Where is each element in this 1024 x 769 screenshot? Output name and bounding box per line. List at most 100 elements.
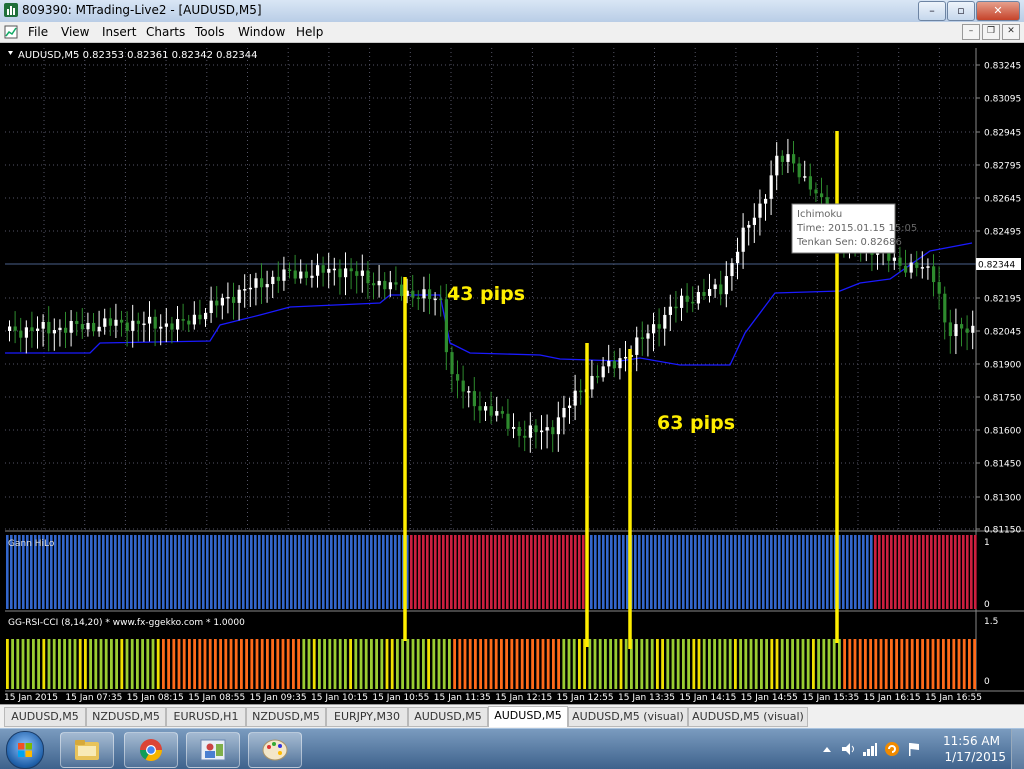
gann-hilo-bar [730,535,733,609]
gann-hilo-bar [698,535,701,609]
chart-minimize-button[interactable]: – [962,24,980,40]
maximize-button[interactable]: ▫ [947,1,975,21]
tab-audusd-m5-active[interactable]: AUDUSD,M5 [488,706,568,727]
gann-hilo-bar [686,535,689,609]
candle-body [489,406,493,416]
menu-view[interactable]: View [61,25,89,39]
taskbar: 11:56 AM 1/17/2015 [0,728,1024,769]
taskbar-explorer[interactable] [60,732,114,768]
gann-hilo-bar [394,535,397,609]
tray-expand-icon[interactable] [822,741,832,757]
rsi-cci-bar [141,639,144,689]
rsi-cci-bar [827,639,831,689]
menu-tools[interactable]: Tools [195,25,225,39]
taskbar-app-3[interactable] [186,732,240,768]
rsi-cci-bars [6,639,976,689]
menu-window[interactable]: Window [238,25,285,39]
candle-body [181,319,185,321]
rsi-cci-bar [754,639,758,689]
tooltip-time: Time: 2015.01.15 15:05 [796,223,917,234]
gann-hilo-bar [874,535,877,609]
price-chart[interactable]: 0.83245 0.83095 0.82945 0.82795 0.82645 0.824… [0,43,1024,704]
candle-body [528,425,532,438]
candle-body [153,316,157,329]
menu-insert[interactable]: Insert [102,25,136,39]
minimize-button[interactable]: – [918,1,946,21]
candle-body [596,375,600,378]
volume-icon[interactable] [840,741,856,757]
gann-hilo-bar [678,535,681,609]
gann-hilo-bar [266,535,269,609]
tab-audusd-m5-visual-2[interactable]: AUDUSD,M5 (visual) [688,707,808,727]
gann-hilo-bar [506,535,509,609]
candle-body [209,300,213,313]
tab-eurjpy-m30[interactable]: EURJPY,M30 [326,707,408,727]
rsi-cci-bar [869,639,872,689]
taskbar-paint[interactable] [248,732,302,768]
tab-eurusd-h1[interactable]: EURUSD,H1 [166,707,246,727]
rsi-cci-bar [505,639,508,689]
chart-area[interactable]: 0.83245 0.83095 0.82945 0.82795 0.82645 0.824… [0,43,1024,704]
candle-body [58,327,62,331]
rsi-cci-bar [193,639,196,689]
menu-help[interactable]: Help [296,25,323,39]
chart-close-button[interactable]: ✕ [1002,24,1020,40]
start-button[interactable] [6,731,44,769]
rsi-cci-bar [786,639,789,689]
tab-nzdusd-m5-2[interactable]: NZDUSD,M5 [246,707,326,727]
rsi-cci-bar [765,639,768,689]
candle-body [75,321,79,325]
gann-hilo-bar [390,535,393,609]
tab-nzdusd-m5[interactable]: NZDUSD,M5 [86,707,166,727]
gann-hilo-bar [718,535,721,609]
gann-hilo-bar [126,535,129,609]
rsi-cci-bar [921,639,924,689]
menu-file[interactable]: File [28,25,48,39]
gann-hilo-bar [322,535,325,609]
rsi-cci-bar [151,639,155,689]
gann-hilo-bar [802,535,805,609]
time-tick-label: 15 Jan 09:35 [250,693,307,703]
gann-hilo-bar [514,535,517,609]
tab-audusd-m5[interactable]: AUDUSD,M5 [4,707,86,727]
gann-hilo-bar [510,535,513,609]
chart-restore-button[interactable]: ❐ [982,24,1000,40]
time-tick-label: 15 Jan 08:55 [188,693,245,703]
rsi-cci-bar [890,639,893,689]
rsi-cci-bar [609,639,612,689]
rsi-cci-bar [531,639,534,689]
candle-body [36,328,40,331]
gann-hilo-bar [438,535,441,609]
gann-hilo-bar [294,535,297,609]
candle-body [41,321,45,329]
tab-audusd-m5-2[interactable]: AUDUSD,M5 [408,707,488,727]
gann-hilo-bar [814,535,817,609]
gann-hilo-bar [398,535,401,609]
gann-hilo-bar [530,535,533,609]
clock-date[interactable]: 1/17/2015 [944,750,1006,764]
close-button[interactable]: ✕ [976,1,1020,21]
update-icon[interactable] [884,741,900,757]
clock-time[interactable]: 11:56 AM [943,734,1000,748]
gann-hilo-bar [634,535,637,609]
gann-hilo-bar [66,535,69,609]
gann-hilo-bar [926,535,929,609]
gann-hilo-bar [910,535,913,609]
gann-hilo-bar [938,535,941,609]
menu-charts[interactable]: Charts [146,25,185,39]
gann-hilo-bar [450,535,453,609]
show-desktop-button[interactable] [1011,729,1024,769]
price-axis: 0.83245 0.83095 0.82945 0.82795 0.82645 0.824… [975,48,1021,691]
candle-body [299,271,303,279]
window-title: 809390: MTrading-Live2 - [AUDUSD,M5] [22,3,262,17]
rsi-cci-bar [21,639,25,689]
network-icon[interactable] [862,741,878,757]
taskbar-chrome[interactable] [124,732,178,768]
gann-hilo-bar [370,535,373,609]
gann-hilo-bar [218,535,221,609]
tab-audusd-m5-visual[interactable]: AUDUSD,M5 (visual) [568,707,688,727]
action-center-flag-icon[interactable] [906,741,922,757]
rsi-cci-bar [266,639,269,689]
chart-menu-icon[interactable] [8,51,13,55]
gann-hilo-bar [306,535,309,609]
